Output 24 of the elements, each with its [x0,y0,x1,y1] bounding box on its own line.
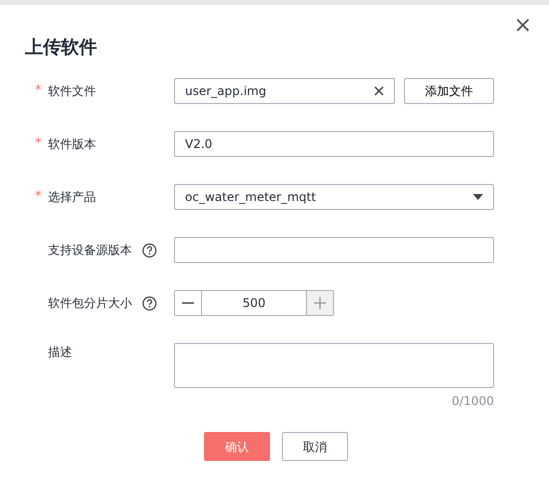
field-label: 选择产品 [48,189,96,206]
text-field[interactable] [174,237,494,263]
required-mark: * [35,135,42,154]
field-label: 支持设备源版本 [48,242,132,259]
textarea-field[interactable] [174,343,494,388]
required-mark: * [35,188,42,206]
clear-icon[interactable] [374,86,384,96]
select-field[interactable]: oc_water_meter_mqtt [174,184,494,210]
field-label: 软件包分片大小 [48,295,132,312]
cancel-button[interactable]: 取消 [282,432,348,461]
close-button[interactable]: × [514,15,532,37]
character-counter: 0/1000 [450,393,494,410]
dialog-title: 上传软件 [25,37,97,58]
field-label: 描述 [48,344,72,361]
field-label: 软件版本 [48,136,96,153]
dropdown-caret-icon [473,194,483,200]
file-field[interactable]: user_app.img [174,78,395,104]
plus-icon [314,297,326,309]
required-mark: * [35,82,42,100]
field-label: 软件文件 [48,83,96,100]
help-icon[interactable] [142,242,157,258]
add-file-button[interactable]: 添加文件 [404,78,494,104]
text-field[interactable]: V2.0 [174,131,494,157]
help-icon[interactable] [142,296,157,310]
